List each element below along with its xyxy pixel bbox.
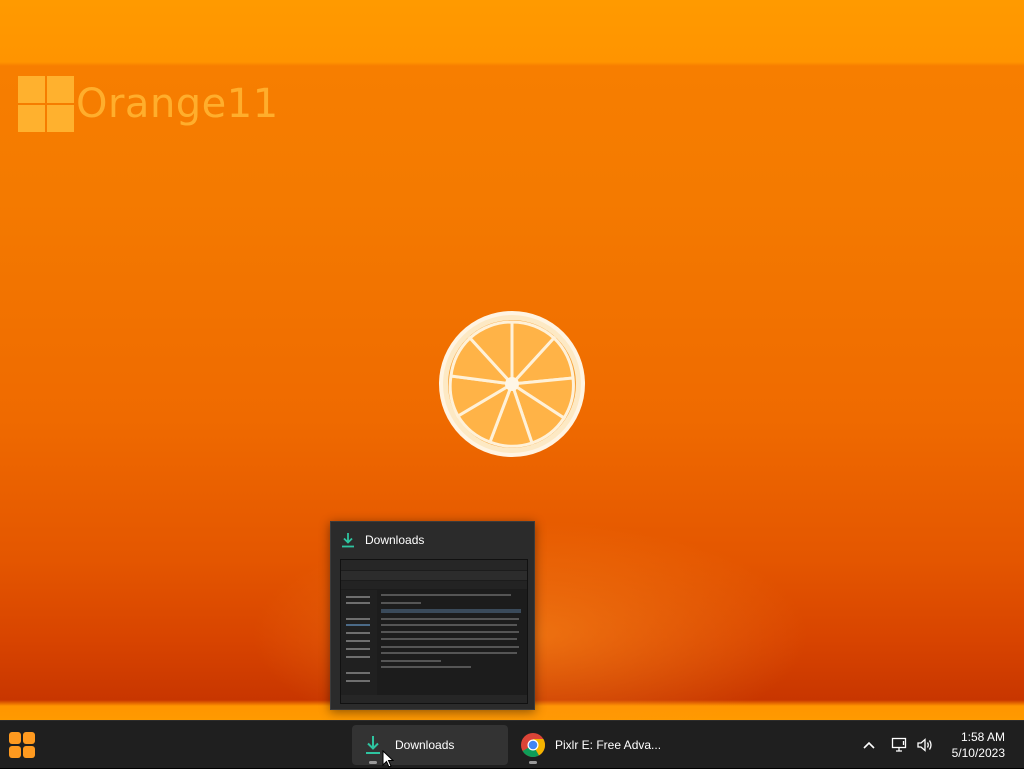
running-indicator <box>529 761 537 764</box>
tray-overflow-button[interactable] <box>858 721 880 769</box>
clock-time: 1:58 AM <box>960 730 1005 744</box>
volume-button[interactable] <box>914 721 936 769</box>
taskbar-item-label: Downloads <box>395 738 455 752</box>
mouse-cursor-icon <box>382 750 394 768</box>
clock-date: 5/10/2023 <box>951 746 1005 760</box>
volume-icon <box>917 738 932 752</box>
clock[interactable]: 1:58 AM 5/10/2023 <box>952 729 1005 761</box>
orange11-logo-icon <box>18 76 74 132</box>
taskbar: Downloads Pixlr E: Free Adva... 1:58 AM … <box>0 720 1024 768</box>
download-icon <box>342 533 354 548</box>
taskbar-preview-downloads[interactable]: Downloads <box>330 521 535 710</box>
download-icon <box>366 736 380 754</box>
preview-title: Downloads <box>365 533 425 547</box>
running-indicator <box>369 761 377 764</box>
taskbar-item-chrome[interactable]: Pixlr E: Free Adva... <box>516 725 668 765</box>
start-button[interactable] <box>4 727 40 763</box>
start-menu-icon <box>9 732 35 758</box>
taskbar-item-downloads[interactable]: Downloads <box>352 725 508 765</box>
network-icon <box>891 737 907 752</box>
chrome-icon <box>521 733 546 758</box>
preview-thumbnail[interactable] <box>340 559 528 704</box>
brand-title: Orange11 <box>76 81 279 127</box>
chevron-up-icon <box>863 741 875 749</box>
taskbar-item-label: Pixlr E: Free Adva... <box>555 738 662 752</box>
network-button[interactable] <box>888 721 912 769</box>
orange-slice-icon <box>439 311 585 457</box>
wallpaper-brand: Orange11 <box>18 76 279 132</box>
preview-header: Downloads <box>331 522 534 558</box>
